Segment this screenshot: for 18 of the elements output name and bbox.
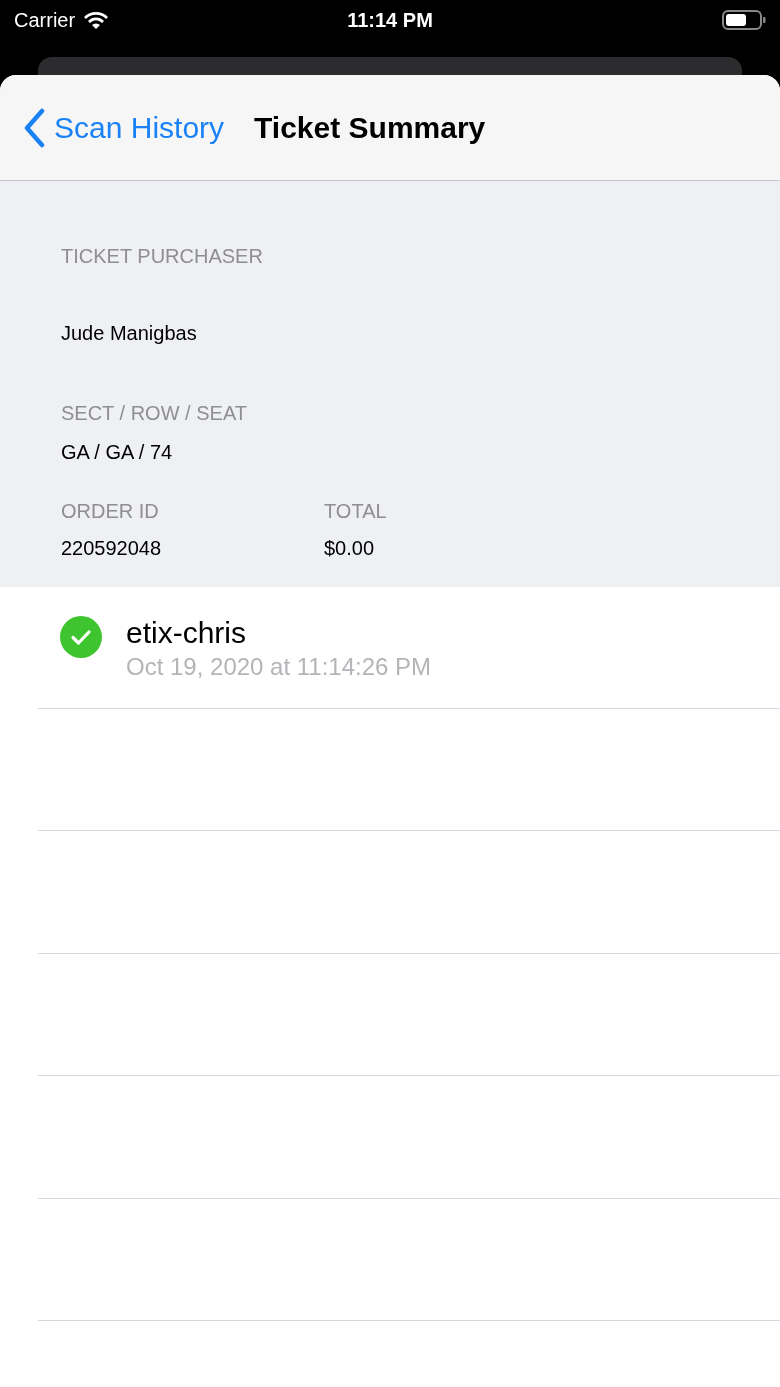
clock-time: 11:14 PM: [347, 8, 433, 33]
order-id-value: 220592048: [61, 536, 163, 561]
purchaser-name: Jude Manigbas: [61, 321, 198, 346]
back-button[interactable]: Scan History: [22, 105, 225, 150]
field-label: TOTAL: [324, 499, 387, 524]
field-label: TICKET PURCHASER: [61, 244, 264, 269]
battery-icon: [722, 9, 766, 31]
seat-value: GA / GA / 74: [61, 440, 174, 465]
field-label: SECT / ROW / SEAT: [61, 401, 248, 426]
carrier-label: Carrier: [14, 8, 76, 33]
field-label: ORDER ID: [61, 499, 160, 524]
scan-time: Oct 19, 2020 at 11:14:26 PM: [126, 652, 432, 682]
wifi-icon: [83, 10, 110, 30]
total-value: $0.00: [324, 536, 376, 561]
checkmark-circle-icon: [60, 616, 102, 658]
screen-title: Ticket Summary: [254, 110, 486, 146]
chevron-left-icon: [22, 107, 46, 148]
scanner-name: etix-chris: [126, 615, 247, 651]
